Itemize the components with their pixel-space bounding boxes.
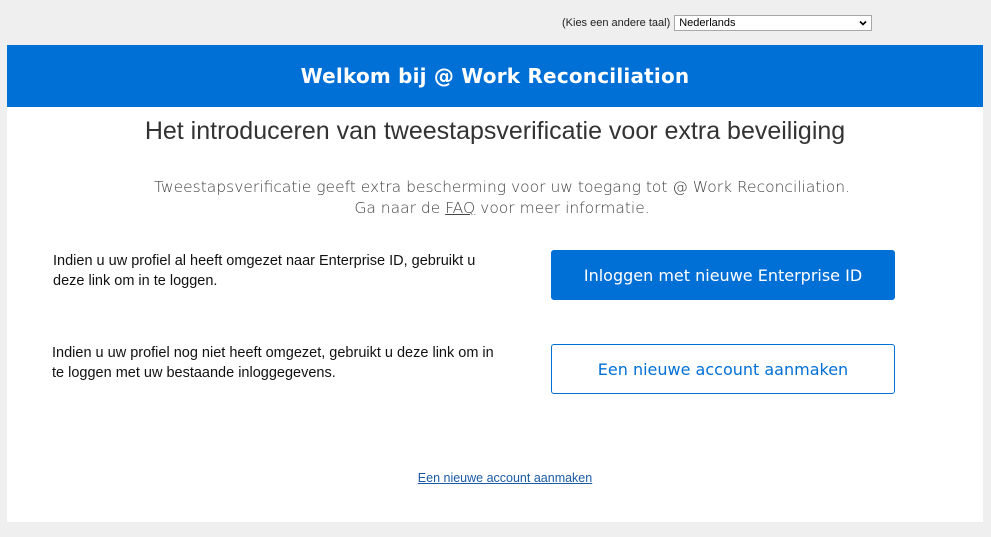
intro-line-2-suffix: voor meer informatie.	[480, 199, 650, 217]
language-select[interactable]: Nederlands	[674, 15, 873, 31]
main-panel: Welkom bij @ Work Reconciliation Het int…	[7, 45, 983, 522]
language-selected-value: Nederlands	[679, 17, 736, 29]
faq-link[interactable]: FAQ	[445, 199, 475, 217]
existing-credentials-description: Indien u uw profiel nog niet heeft omgez…	[52, 345, 494, 381]
language-bar: (Kies een andere taal) Nederlands	[562, 14, 873, 32]
login-enterprise-id-button[interactable]: Inloggen met nieuwe Enterprise ID	[551, 250, 895, 300]
chevron-down-icon	[859, 20, 867, 26]
create-account-button[interactable]: Een nieuwe account aanmaken	[551, 344, 895, 394]
intro-line-2: Ga naar de FAQ voor meer informatie.	[7, 198, 991, 219]
create-account-link[interactable]: Een nieuwe account aanmaken	[7, 471, 991, 485]
welcome-banner: Welkom bij @ Work Reconciliation	[7, 45, 983, 107]
page-heading: Het introduceren van tweestapsverificati…	[144, 117, 846, 145]
language-label: (Kies een andere taal)	[562, 17, 671, 29]
intro-text: Tweestapsverificatie geeft extra bescher…	[7, 177, 991, 219]
banner-title: Welkom bij @ Work Reconciliation	[300, 64, 690, 88]
enterprise-id-description: Indien u uw profiel al heeft omgezet naa…	[53, 253, 476, 289]
intro-line-1: Tweestapsverificatie geeft extra bescher…	[154, 178, 850, 196]
intro-line-2-prefix: Ga naar de	[354, 199, 441, 217]
